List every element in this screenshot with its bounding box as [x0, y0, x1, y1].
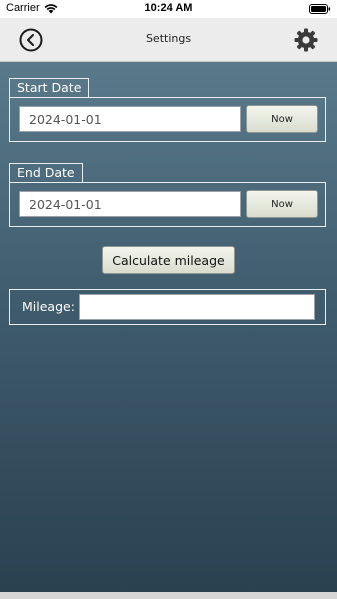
- mileage-group: Mileage:: [9, 289, 326, 325]
- start-date-label: Start Date: [9, 78, 90, 98]
- mileage-output-field[interactable]: [79, 294, 315, 320]
- calculate-mileage-button[interactable]: Calculate mileage: [102, 246, 235, 274]
- start-date-input[interactable]: [19, 106, 241, 132]
- page-title: Settings: [145, 32, 192, 45]
- gear-icon: [294, 28, 318, 52]
- start-date-group: Now: [9, 97, 326, 142]
- end-date-group: Now: [9, 182, 326, 227]
- mileage-label: Mileage:: [22, 299, 75, 314]
- main-content: Start Date Now End Date Now Calculate mi…: [0, 62, 337, 592]
- end-date-now-button[interactable]: Now: [246, 190, 318, 218]
- status-bar: Carrier 10:24 AM: [0, 0, 337, 18]
- home-indicator-area: [0, 592, 337, 599]
- battery-icon: [309, 4, 331, 14]
- status-time: 10:24 AM: [144, 2, 193, 14]
- settings-button[interactable]: [293, 27, 319, 53]
- navigation-bar: Settings: [0, 18, 337, 62]
- end-date-input[interactable]: [19, 191, 241, 217]
- start-date-now-button[interactable]: Now: [246, 105, 318, 133]
- end-date-label: End Date: [9, 163, 83, 183]
